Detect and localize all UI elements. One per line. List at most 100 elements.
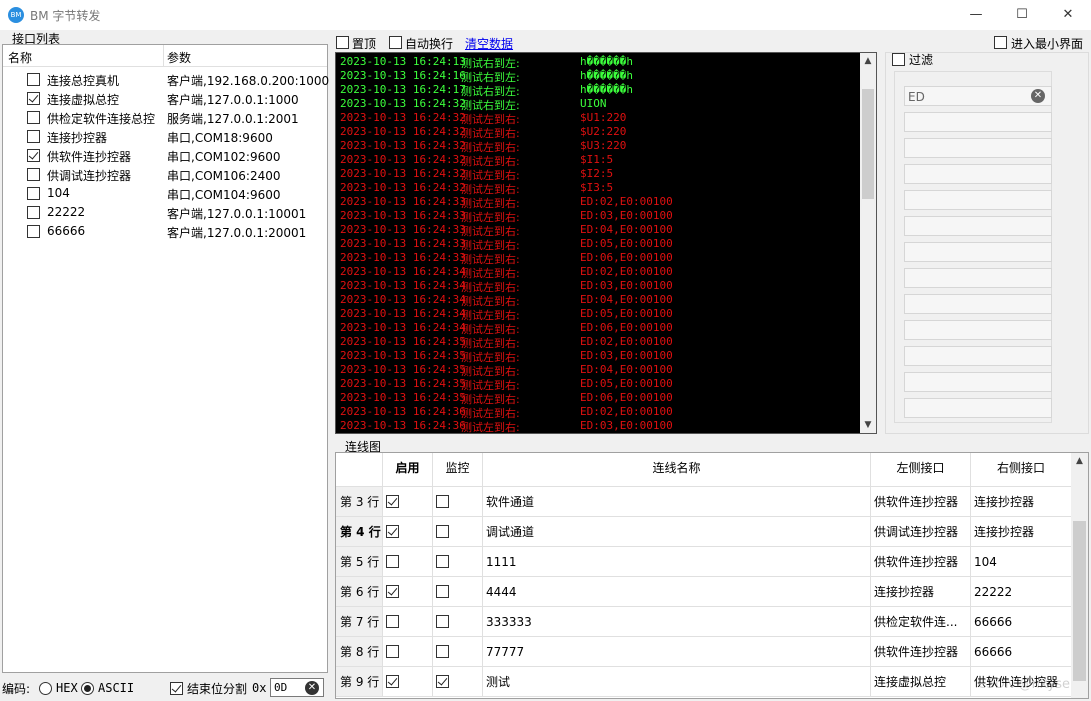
ascii-radio[interactable]: [81, 682, 94, 695]
column-divider[interactable]: [163, 45, 164, 67]
port-list-item[interactable]: 22222 客户端,127.0.0.1:10001: [3, 203, 327, 222]
column-header-monitor[interactable]: 监控: [433, 453, 483, 487]
filter-input[interactable]: [904, 138, 1052, 158]
monitor-checkbox[interactable]: [436, 555, 449, 568]
left-port-cell[interactable]: 供软件连抄控器: [871, 547, 971, 577]
port-checkbox[interactable]: [27, 130, 40, 143]
monitor-cell[interactable]: [433, 667, 483, 697]
enable-cell[interactable]: [383, 607, 433, 637]
minimize-button[interactable]: —: [953, 0, 999, 30]
left-port-cell[interactable]: 供软件连抄控器: [871, 487, 971, 517]
column-header-name[interactable]: 连线名称: [483, 453, 871, 487]
table-row[interactable]: 第 5 行 1111 供软件连抄控器 104: [336, 547, 1088, 577]
enable-checkbox[interactable]: [386, 645, 399, 658]
connection-name-cell[interactable]: 1111: [483, 547, 871, 577]
enable-cell[interactable]: [383, 487, 433, 517]
connection-name-cell[interactable]: 4444: [483, 577, 871, 607]
monitor-checkbox[interactable]: [436, 495, 449, 508]
enable-cell[interactable]: [383, 517, 433, 547]
column-header-left-port[interactable]: 左侧接口: [871, 453, 971, 487]
port-list-item[interactable]: 连接抄控器 串口,COM18:9600: [3, 127, 327, 146]
grid-scroll-up-icon[interactable]: ▲: [1071, 453, 1088, 470]
filter-input[interactable]: [904, 346, 1052, 366]
autowrap-label[interactable]: 自动换行: [405, 35, 453, 52]
monitor-cell[interactable]: [433, 547, 483, 577]
enable-checkbox[interactable]: [386, 525, 399, 538]
port-list-item[interactable]: 104 串口,COM104:9600: [3, 184, 327, 203]
table-row[interactable]: 第 6 行 4444 连接抄控器 22222: [336, 577, 1088, 607]
pin-label[interactable]: 置顶: [352, 35, 376, 52]
scroll-thumb[interactable]: [862, 89, 874, 199]
filter-input[interactable]: [904, 320, 1052, 340]
connections-grid[interactable]: 启用 监控 连线名称 左侧接口 右侧接口 第 3 行软件通道 供软件连抄控器 连接抄…: [335, 452, 1089, 699]
autowrap-checkbox[interactable]: [389, 36, 402, 49]
right-port-cell[interactable]: 连接抄控器: [971, 517, 1072, 547]
filter-input[interactable]: [904, 268, 1052, 288]
monitor-cell[interactable]: [433, 607, 483, 637]
port-list-item[interactable]: 供检定软件连接总控 服务端,127.0.0.1:2001: [3, 108, 327, 127]
table-row[interactable]: 第 9 行测试 连接虚拟总控 供软件连抄控器: [336, 667, 1088, 697]
table-row[interactable]: 第 3 行 软件通道 供软件连抄控器 连接抄控器: [336, 487, 1088, 517]
clear-icon[interactable]: ✕: [1031, 89, 1045, 103]
monitor-checkbox[interactable]: [436, 645, 449, 658]
monitor-cell[interactable]: [433, 637, 483, 667]
grid-scroll-thumb[interactable]: [1073, 521, 1086, 681]
row-header[interactable]: 第 4 行: [336, 517, 383, 547]
port-checkbox[interactable]: [27, 73, 40, 86]
split-label[interactable]: 结束位分割: [187, 680, 247, 697]
right-port-cell[interactable]: 连接抄控器: [971, 487, 1072, 517]
row-header[interactable]: 第 3 行: [336, 487, 383, 517]
enable-cell[interactable]: [383, 577, 433, 607]
monitor-checkbox[interactable]: [436, 615, 449, 628]
monitor-checkbox[interactable]: [436, 525, 449, 538]
filter-input[interactable]: [904, 112, 1052, 132]
split-checkbox[interactable]: [170, 682, 183, 695]
scroll-up-icon[interactable]: ▲: [860, 53, 876, 69]
log-console[interactable]: 2023-10-13 16:24:13 测试右到左: h������h 2023-10…: [335, 52, 877, 434]
connection-name-cell[interactable]: 测试: [483, 667, 871, 697]
right-port-cell[interactable]: 22222: [971, 577, 1072, 607]
filter-label[interactable]: 过滤: [909, 51, 933, 68]
port-list-item[interactable]: 连接虚拟总控 客户端,127.0.0.1:1000: [3, 89, 327, 108]
right-port-cell[interactable]: 104: [971, 547, 1072, 577]
row-header[interactable]: 第 9 行: [336, 667, 383, 697]
left-port-cell[interactable]: 供检定软件连...: [871, 607, 971, 637]
port-list-item[interactable]: 供软件连抄控器 串口,COM102:9600: [3, 146, 327, 165]
column-header-enable[interactable]: 启用: [383, 453, 433, 487]
left-port-cell[interactable]: 供调试连抄控器: [871, 517, 971, 547]
monitor-cell[interactable]: [433, 487, 483, 517]
grid-scrollbar[interactable]: ▲: [1071, 453, 1088, 698]
table-row[interactable]: 第 7 行 333333 供检定软件连... 66666: [336, 607, 1088, 637]
minimize-mode-label[interactable]: 进入最小界面: [1011, 35, 1083, 52]
port-checkbox[interactable]: [27, 149, 40, 162]
right-port-cell[interactable]: 66666: [971, 607, 1072, 637]
filter-checkbox[interactable]: [892, 53, 905, 66]
table-row[interactable]: 第 8 行 77777 供软件连抄控器 66666: [336, 637, 1088, 667]
column-header-name[interactable]: 名称: [8, 49, 32, 66]
maximize-button[interactable]: ☐: [999, 0, 1045, 30]
enable-checkbox[interactable]: [386, 555, 399, 568]
filter-input[interactable]: [904, 164, 1052, 184]
clear-icon[interactable]: ✕: [305, 681, 319, 695]
port-checkbox[interactable]: [27, 168, 40, 181]
filter-input[interactable]: [904, 372, 1052, 392]
enable-checkbox[interactable]: [386, 675, 399, 688]
table-row[interactable]: 第 4 行 调试通道 供调试连抄控器 连接抄控器: [336, 517, 1088, 547]
monitor-checkbox[interactable]: [436, 585, 449, 598]
console-scrollbar[interactable]: ▲ ▼: [860, 53, 876, 433]
filter-input[interactable]: [904, 190, 1052, 210]
monitor-cell[interactable]: [433, 517, 483, 547]
port-checkbox[interactable]: [27, 111, 40, 124]
port-list-item[interactable]: 连接总控真机 客户端,192.168.0.200:1000: [3, 70, 329, 89]
port-list-item[interactable]: 供调试连抄控器 串口,COM106:2400: [3, 165, 327, 184]
scroll-down-icon[interactable]: ▼: [860, 417, 876, 433]
connection-name-cell[interactable]: 77777: [483, 637, 871, 667]
close-button[interactable]: ✕: [1045, 0, 1091, 30]
monitor-checkbox[interactable]: [436, 675, 449, 688]
connection-name-cell[interactable]: 软件通道: [483, 487, 871, 517]
column-header-param[interactable]: 参数: [167, 49, 191, 66]
hex-label[interactable]: HEX: [56, 681, 78, 695]
minimize-mode-checkbox[interactable]: [994, 36, 1007, 49]
port-list[interactable]: 名称 参数 连接总控真机 客户端,192.168.0.200:1000 连接虚拟总控…: [2, 44, 329, 673]
filter-input[interactable]: [904, 294, 1052, 314]
